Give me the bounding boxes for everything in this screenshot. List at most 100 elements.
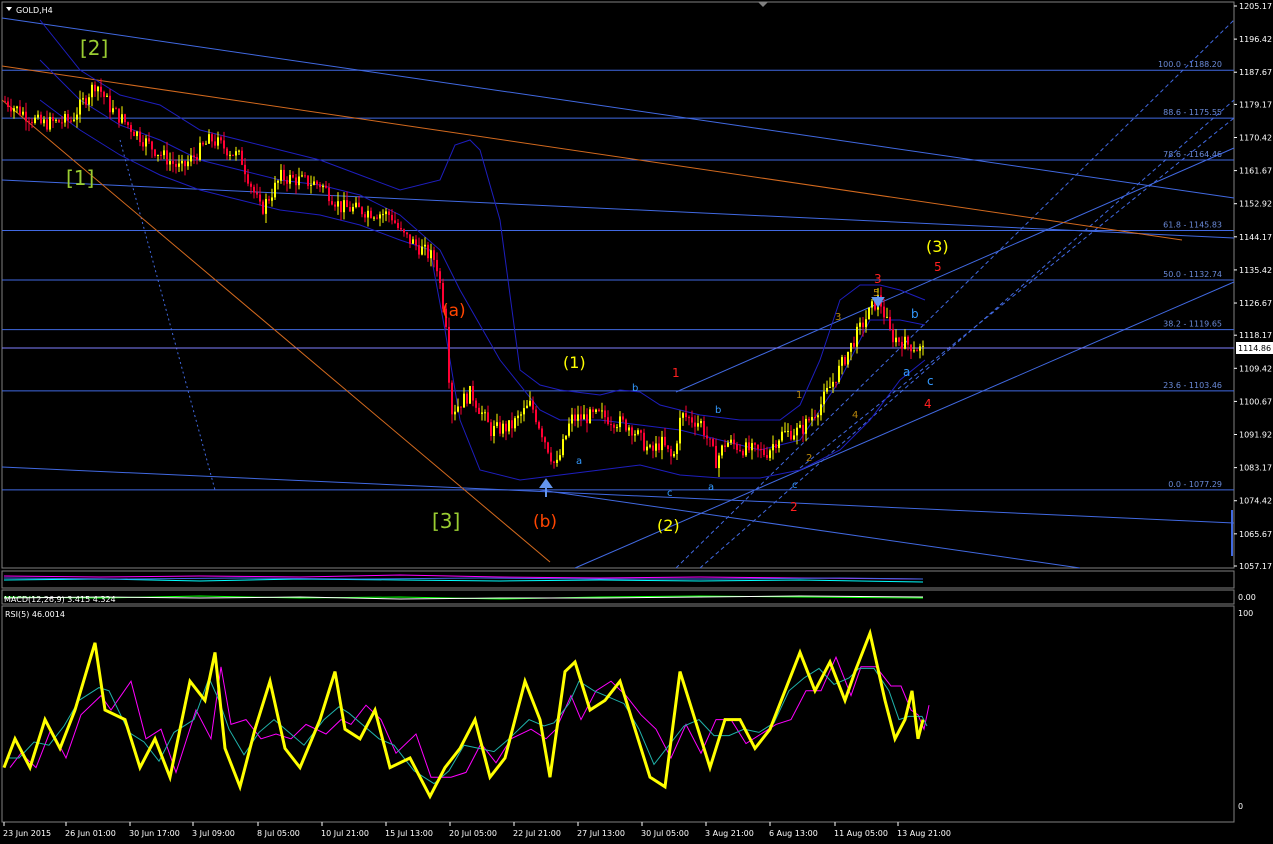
candle-body (274, 182, 276, 198)
candle-body (775, 444, 777, 448)
candle-body (211, 134, 213, 142)
candle-body (343, 200, 345, 213)
wave-label: b (911, 307, 919, 321)
candle-body (448, 326, 450, 383)
candle-body (832, 381, 834, 387)
candle-body (799, 424, 801, 428)
candle-body (295, 177, 297, 186)
candle-body (37, 114, 39, 118)
candle-body (646, 446, 648, 451)
candle-body (334, 204, 336, 207)
candle-body (709, 438, 711, 440)
candle-body (13, 108, 15, 112)
candle-body (487, 412, 489, 423)
candle-body (922, 345, 924, 347)
wave-label: 3 (835, 312, 841, 323)
candle-body (535, 409, 537, 423)
candle-body (712, 439, 714, 446)
candle-body (457, 406, 459, 412)
candle-body (424, 244, 426, 247)
candle-body (427, 244, 429, 259)
candle-body (790, 430, 792, 440)
candle-body (508, 420, 510, 432)
current-price-tag-text: 1114.86 (1238, 344, 1271, 353)
candle-body (769, 450, 771, 458)
wave-label: (a) (442, 301, 466, 321)
wave-label: 1 (672, 366, 680, 380)
candle-body (214, 141, 216, 146)
candle-body (718, 455, 720, 469)
candle-body (202, 142, 204, 145)
candle-body (385, 211, 387, 215)
candle-body (598, 409, 600, 412)
candle-body (787, 430, 789, 432)
main-chart-panel[interactable] (1, 1, 1235, 569)
candle-body (58, 119, 60, 123)
chart-canvas[interactable]: GOLD,H4 100.0 - 1188.2088.6 - 1175.5578.… (0, 0, 1273, 844)
candle-body (700, 421, 702, 424)
price-axis-label: 1065.67 (1239, 530, 1272, 539)
candle-body (22, 111, 24, 115)
price-axis-label: 1187.67 (1239, 68, 1272, 77)
rsi-axis-100: 100 (1238, 609, 1253, 618)
wave-label: a (903, 365, 910, 379)
candle-body (472, 385, 474, 401)
candle-body (538, 422, 540, 429)
candle-body (16, 106, 18, 109)
candle-body (511, 420, 513, 429)
candle-body (577, 414, 579, 421)
candle-body (490, 422, 492, 437)
candle-body (904, 336, 906, 349)
price-axis-label: 1091.92 (1239, 431, 1272, 440)
candle-body (862, 322, 864, 328)
fib-level-label: 88.6 - 1175.55 (1163, 108, 1222, 117)
candle-body (823, 391, 825, 405)
candle-body (64, 114, 66, 123)
candle-body (316, 181, 318, 185)
candle-body (916, 350, 918, 352)
candle-body (682, 413, 684, 418)
symbol-title: GOLD,H4 (16, 6, 53, 15)
candle-body (541, 428, 543, 438)
price-axis-label: 1170.42 (1239, 133, 1272, 142)
candle-body (94, 84, 96, 92)
wave-label: 5 (934, 260, 942, 274)
candle-body (244, 164, 246, 175)
candle-body (469, 385, 471, 404)
candle-body (319, 184, 321, 188)
candle-body (364, 214, 366, 218)
wave-label: 4 (852, 410, 858, 421)
candle-body (670, 448, 672, 457)
rsi-panel[interactable] (1, 605, 1235, 823)
candle-body (346, 200, 348, 208)
candle-body (784, 431, 786, 433)
candle-body (100, 86, 102, 92)
candle-body (205, 143, 207, 145)
macd-label: MACD(12,26,9) 3.415 4.324 (4, 595, 116, 604)
candle-body (286, 179, 288, 184)
candle-body (607, 417, 609, 425)
candle-body (688, 417, 690, 419)
candle-body (841, 357, 843, 366)
candle-body (151, 141, 153, 150)
candle-body (115, 108, 117, 110)
candle-body (583, 414, 585, 420)
candle-body (160, 154, 162, 156)
candle-body (190, 155, 192, 162)
price-axis-label: 1144.17 (1239, 233, 1272, 242)
fib-level-label: 0.0 - 1077.29 (1168, 480, 1222, 489)
candle-body (250, 183, 252, 187)
candle-body (547, 442, 549, 453)
candle-body (406, 232, 408, 235)
fib-level-label: 23.6 - 1103.46 (1163, 381, 1222, 390)
candle-body (43, 119, 45, 124)
candle-body (466, 393, 468, 404)
candle-body (739, 449, 741, 451)
candle-body (871, 301, 873, 308)
candle-body (643, 432, 645, 451)
candle-body (562, 439, 564, 456)
candle-body (475, 400, 477, 408)
wave-label: 1 (796, 390, 802, 401)
candle-body (361, 207, 363, 215)
candle-body (388, 211, 390, 215)
